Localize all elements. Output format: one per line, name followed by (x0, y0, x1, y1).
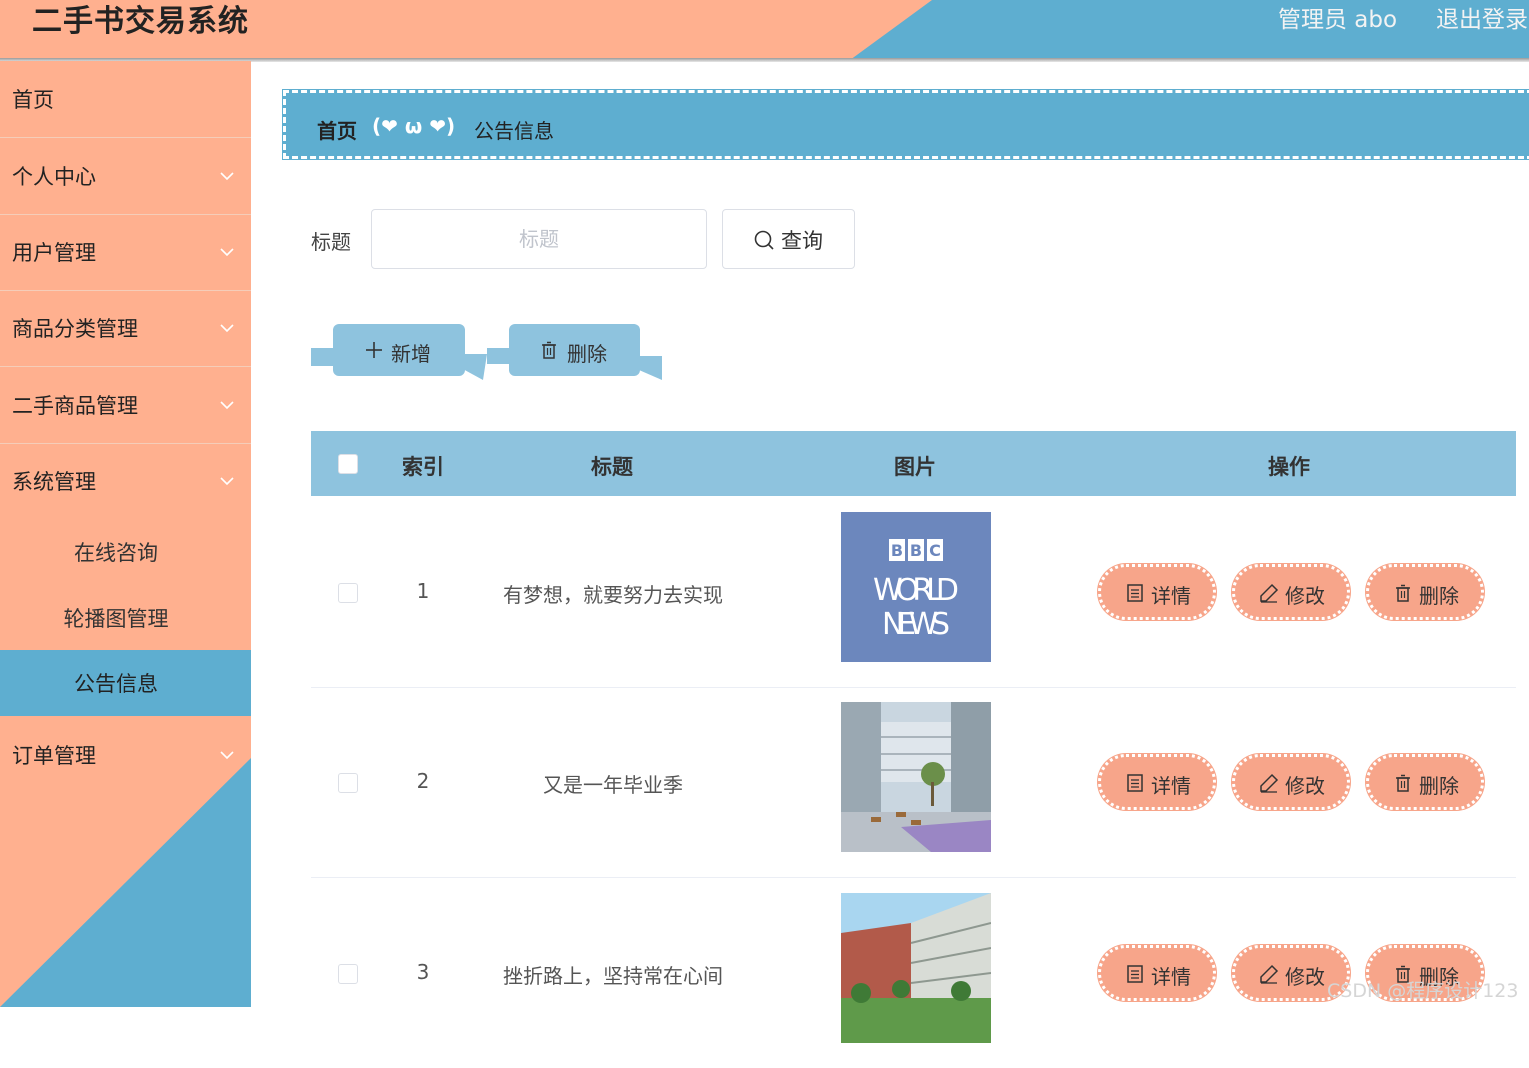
row-image-campus-courtyard (841, 702, 991, 852)
sidebar-subitem-label: 在线咨询 (74, 541, 158, 565)
table-row: 3 挫折路上，坚持常在心间 详情 修改 删除 (311, 878, 1516, 1068)
sidebar-item-category-management[interactable]: 商品分类管理 (0, 290, 251, 367)
edit-pencil-icon (1260, 964, 1279, 984)
sidebar-item-label: 二手商品管理 (12, 394, 138, 418)
table-header: 索引 标题 图片 操作 (311, 431, 1516, 496)
app-title: 二手书交易系统 (32, 4, 249, 39)
document-icon (1127, 584, 1143, 602)
row-title: 挫折路上，坚持常在心间 (503, 964, 723, 988)
sidebar-subitem-label: 公告信息 (74, 672, 158, 696)
edit-button[interactable]: 修改 (1232, 754, 1350, 810)
breadcrumb-home[interactable]: 首页 (317, 115, 357, 144)
delete-button[interactable]: 删除 (1366, 564, 1484, 620)
sidebar-item-system-management[interactable]: 系统管理 (0, 443, 251, 519)
row-image-bbc-world-news: B B C WORLD NEWS (841, 512, 991, 662)
row-index: 3 (416, 960, 430, 984)
row-image-campus-building (841, 893, 991, 1043)
row-index: 2 (416, 769, 430, 793)
sidebar-item-personal-center[interactable]: 个人中心 (0, 138, 251, 215)
sidebar-subitem-label: 轮播图管理 (63, 607, 169, 631)
search-label: 标题 (311, 230, 351, 254)
search-input[interactable] (371, 209, 707, 269)
row-checkbox[interactable] (338, 773, 358, 793)
row-checkbox[interactable] (338, 583, 358, 603)
column-header-image: 图片 (894, 455, 936, 479)
sidebar-item-label: 商品分类管理 (12, 317, 138, 341)
column-header-title: 标题 (591, 455, 633, 479)
table-row: 2 又是一年毕业季 详情 修改 删除 (311, 687, 1516, 878)
sidebar-item-home[interactable]: 首页 (0, 61, 251, 138)
row-index: 1 (416, 579, 430, 603)
row-title: 又是一年毕业季 (543, 773, 683, 797)
sidebar-item-label: 首页 (12, 88, 54, 112)
column-header-operation: 操作 (1268, 455, 1310, 479)
column-header-index: 索引 (402, 455, 444, 479)
batch-delete-label: 删除 (567, 342, 607, 366)
add-button-label: 新增 (391, 342, 431, 366)
watermark: CSDN @程序设计123 (1327, 980, 1519, 1002)
query-button-label: 查询 (781, 229, 823, 253)
logout-link[interactable]: 退出登录 (1436, 0, 1528, 34)
sidebar-item-label: 系统管理 (12, 470, 96, 494)
user-info: 管理员 abo (1278, 7, 1398, 33)
query-button[interactable]: 查询 (722, 209, 855, 269)
sidebar-subitem-online-consult[interactable]: 在线咨询 (0, 519, 251, 585)
detail-button[interactable]: 详情 (1098, 945, 1216, 1001)
breadcrumb-current: 公告信息 (474, 119, 554, 143)
sidebar-item-label: 个人中心 (12, 165, 96, 189)
edit-button-label: 修改 (1285, 965, 1325, 989)
sidebar-subitem-announcement[interactable]: 公告信息 (0, 650, 251, 716)
sidebar-item-user-management[interactable]: 用户管理 (0, 214, 251, 291)
svg-text:B: B (910, 541, 922, 560)
table-row: 1 有梦想，就要努力去实现 B B C WORLD NEWS 详情 修改 删除 (311, 497, 1516, 688)
svg-text:NEWS: NEWS (882, 607, 950, 642)
svg-text:B: B (891, 541, 903, 560)
row-checkbox[interactable] (338, 964, 358, 984)
sidebar-item-order-management[interactable]: 订单管理 (0, 717, 251, 793)
chevron-down-icon (220, 324, 234, 333)
search-icon (754, 230, 774, 250)
chevron-down-icon (220, 248, 234, 257)
select-all-checkbox[interactable] (338, 454, 358, 474)
detail-button[interactable]: 详情 (1098, 754, 1216, 810)
top-header: 二手书交易系统 管理员 abo 退出登录 (0, 0, 1529, 60)
plus-icon (366, 342, 382, 358)
document-icon (1127, 774, 1143, 792)
document-icon (1127, 965, 1143, 983)
svg-text:WORLD: WORLD (873, 573, 959, 608)
chevron-down-icon (220, 401, 234, 410)
detail-button-label: 详情 (1151, 584, 1191, 608)
edit-button-label: 修改 (1285, 584, 1325, 608)
chevron-down-icon (220, 751, 234, 760)
add-button[interactable]: 新增 (311, 324, 491, 380)
chevron-down-icon (220, 172, 234, 181)
delete-button-label: 删除 (1419, 774, 1459, 798)
svg-text:C: C (929, 541, 941, 560)
chevron-down-icon (220, 477, 234, 486)
detail-button-label: 详情 (1151, 774, 1191, 798)
edit-pencil-icon (1260, 583, 1279, 603)
edit-pencil-icon (1260, 773, 1279, 793)
sidebar: 首页 个人中心 用户管理 商品分类管理 二手商品管理 系统管理 在线咨询 轮播图… (0, 61, 251, 1007)
detail-button[interactable]: 详情 (1098, 564, 1216, 620)
sidebar-item-label: 订单管理 (12, 744, 96, 768)
sidebar-subitem-carousel[interactable]: 轮播图管理 (0, 585, 251, 651)
breadcrumb: 首页 (❤ ω ❤) 公告信息 (283, 90, 1529, 159)
sidebar-item-label: 用户管理 (12, 241, 96, 265)
edit-button-label: 修改 (1285, 774, 1325, 798)
edit-button[interactable]: 修改 (1232, 564, 1350, 620)
delete-button-label: 删除 (1419, 584, 1459, 608)
row-title: 有梦想，就要努力去实现 (503, 583, 723, 607)
trash-icon (1396, 774, 1410, 792)
sidebar-item-goods-management[interactable]: 二手商品管理 (0, 367, 251, 444)
trash-icon (542, 341, 556, 359)
breadcrumb-separator: (❤ ω ❤) (372, 114, 456, 138)
trash-icon (1396, 584, 1410, 602)
batch-delete-button[interactable]: 删除 (487, 324, 663, 380)
delete-button[interactable]: 删除 (1366, 754, 1484, 810)
detail-button-label: 详情 (1151, 965, 1191, 989)
